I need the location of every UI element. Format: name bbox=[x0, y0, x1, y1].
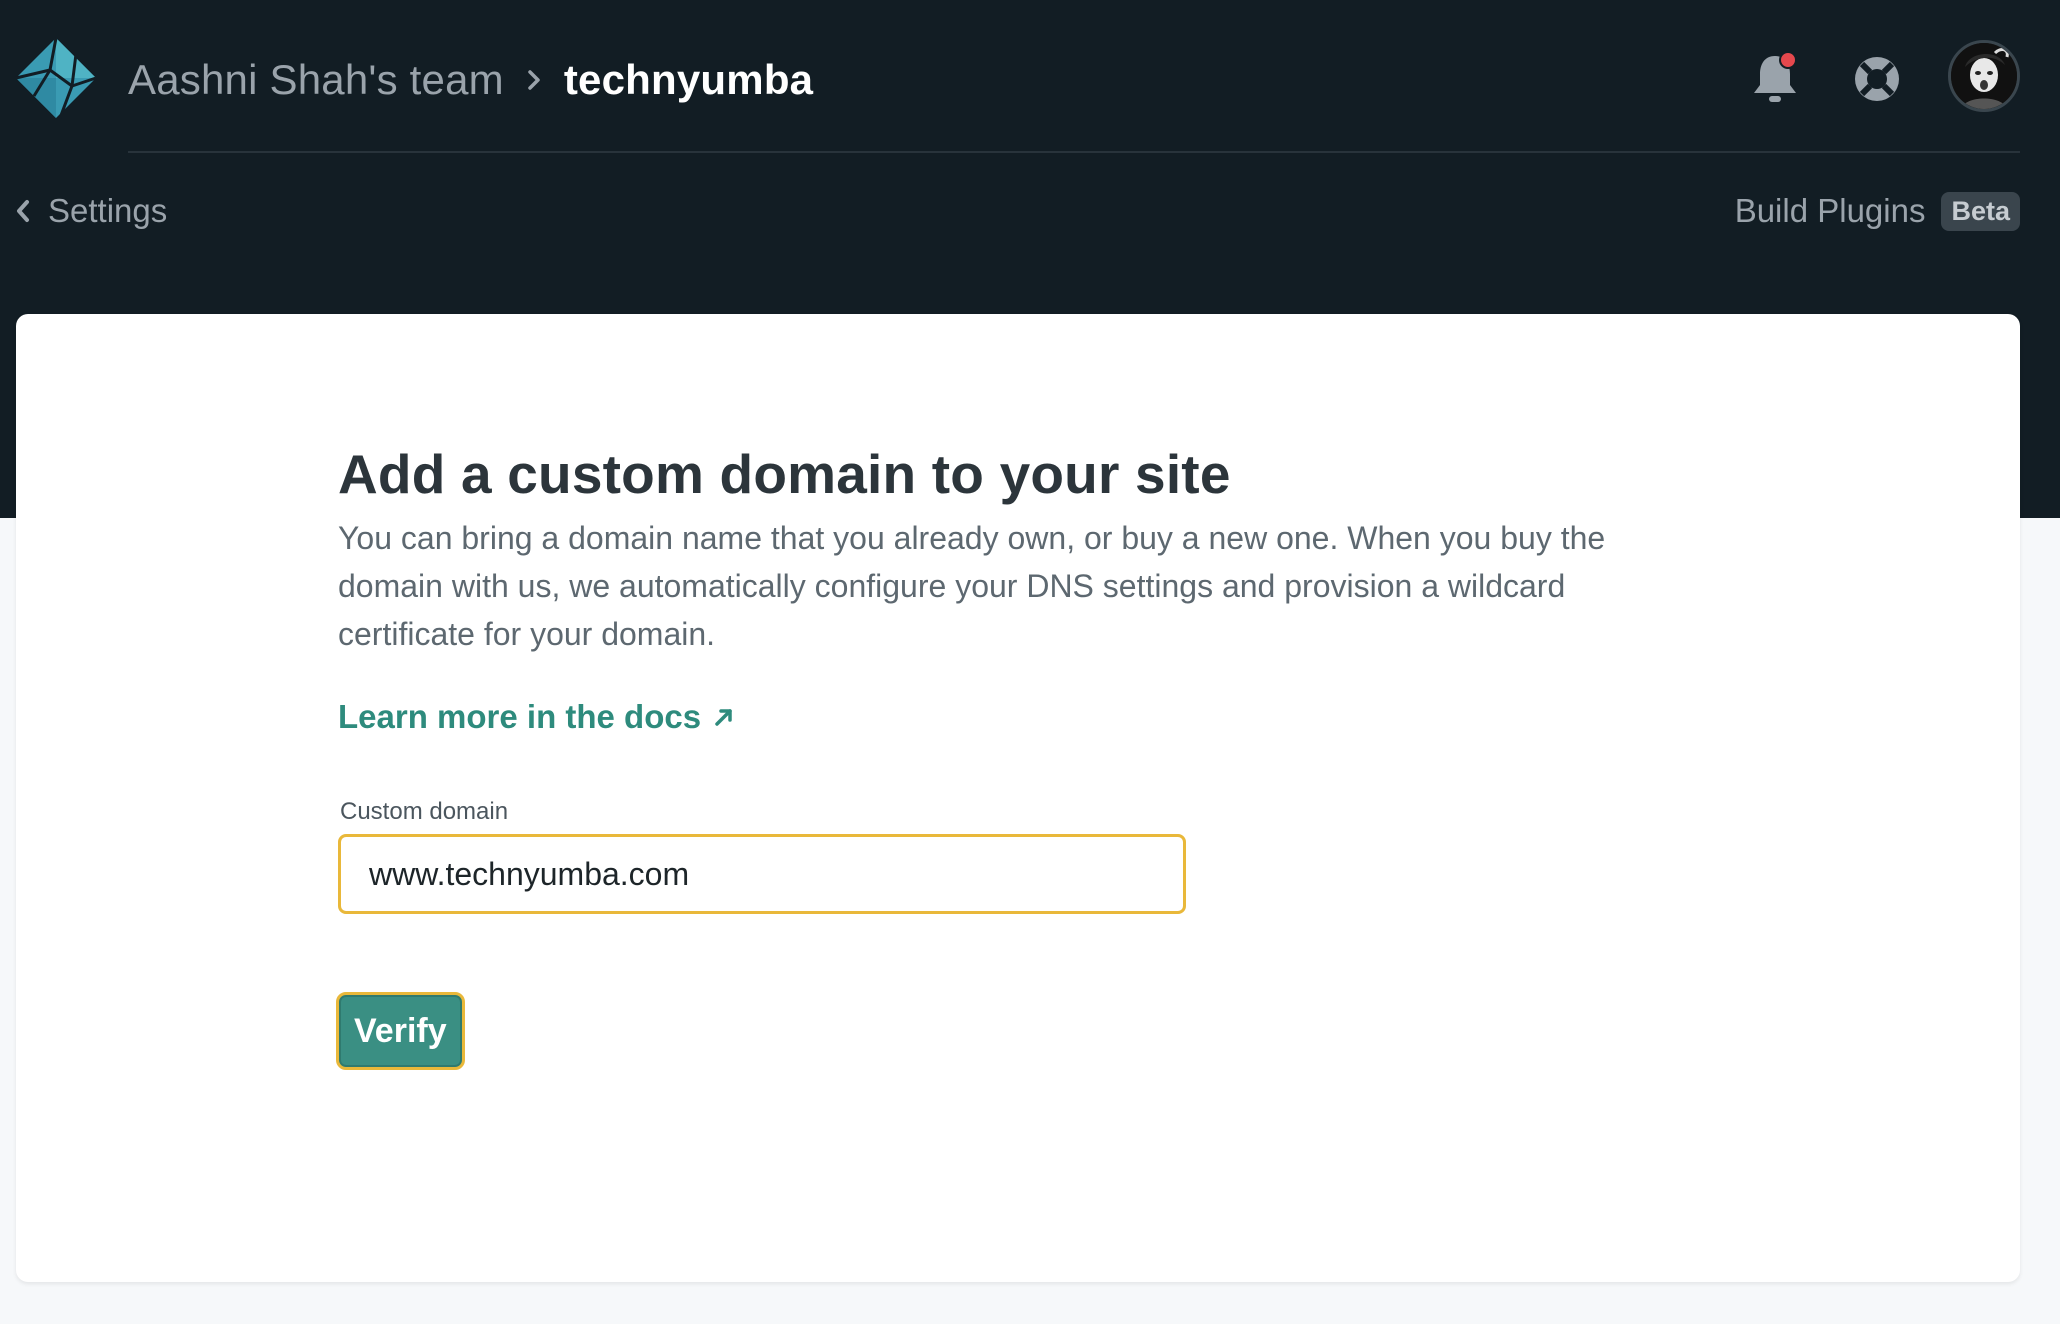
lifebuoy-icon bbox=[1855, 57, 1899, 101]
verify-button[interactable]: Verify bbox=[336, 992, 465, 1070]
bell-icon bbox=[1754, 51, 1797, 102]
external-arrow-icon bbox=[713, 706, 735, 728]
notifications-button[interactable] bbox=[1748, 48, 1802, 108]
docs-link-label: Learn more in the docs bbox=[338, 698, 702, 735]
page-title: Add a custom domain to your site bbox=[338, 443, 1231, 505]
user-avatar[interactable] bbox=[1948, 40, 2020, 112]
notification-dot bbox=[1779, 51, 1797, 69]
learn-more-docs-link[interactable]: Learn more in the docs bbox=[338, 698, 735, 736]
beta-badge: Beta bbox=[1941, 191, 2020, 231]
back-to-settings-link[interactable]: Settings bbox=[14, 186, 167, 236]
page-description: You can bring a domain name that you alr… bbox=[338, 520, 1606, 652]
breadcrumb-site-name[interactable]: technyumba bbox=[564, 56, 813, 104]
breadcrumb-team-link[interactable]: Aashni Shah's team bbox=[128, 56, 504, 104]
custom-domain-input[interactable] bbox=[338, 834, 1186, 914]
custom-domain-label: Custom domain bbox=[340, 798, 509, 825]
back-link-label: Settings bbox=[48, 192, 168, 229]
header-divider bbox=[128, 151, 2020, 153]
help-button[interactable] bbox=[1850, 52, 1904, 106]
breadcrumb: Aashni Shah's team technyumba bbox=[128, 50, 813, 110]
chevron-right-icon bbox=[504, 68, 564, 92]
avatar-image-icon bbox=[1951, 43, 2017, 109]
card-content: Add a custom domain to your site You can… bbox=[336, 438, 1698, 1070]
build-plugins-link[interactable]: Build Plugins Beta bbox=[1735, 186, 2020, 236]
top-header: Aashni Shah's team technyumba bbox=[0, 0, 2060, 153]
custom-domain-card: Add a custom domain to your site You can… bbox=[16, 314, 2020, 1282]
build-plugins-label: Build Plugins bbox=[1734, 192, 1926, 229]
chevron-left-icon bbox=[14, 196, 36, 226]
netlify-logo-icon[interactable] bbox=[14, 36, 98, 120]
